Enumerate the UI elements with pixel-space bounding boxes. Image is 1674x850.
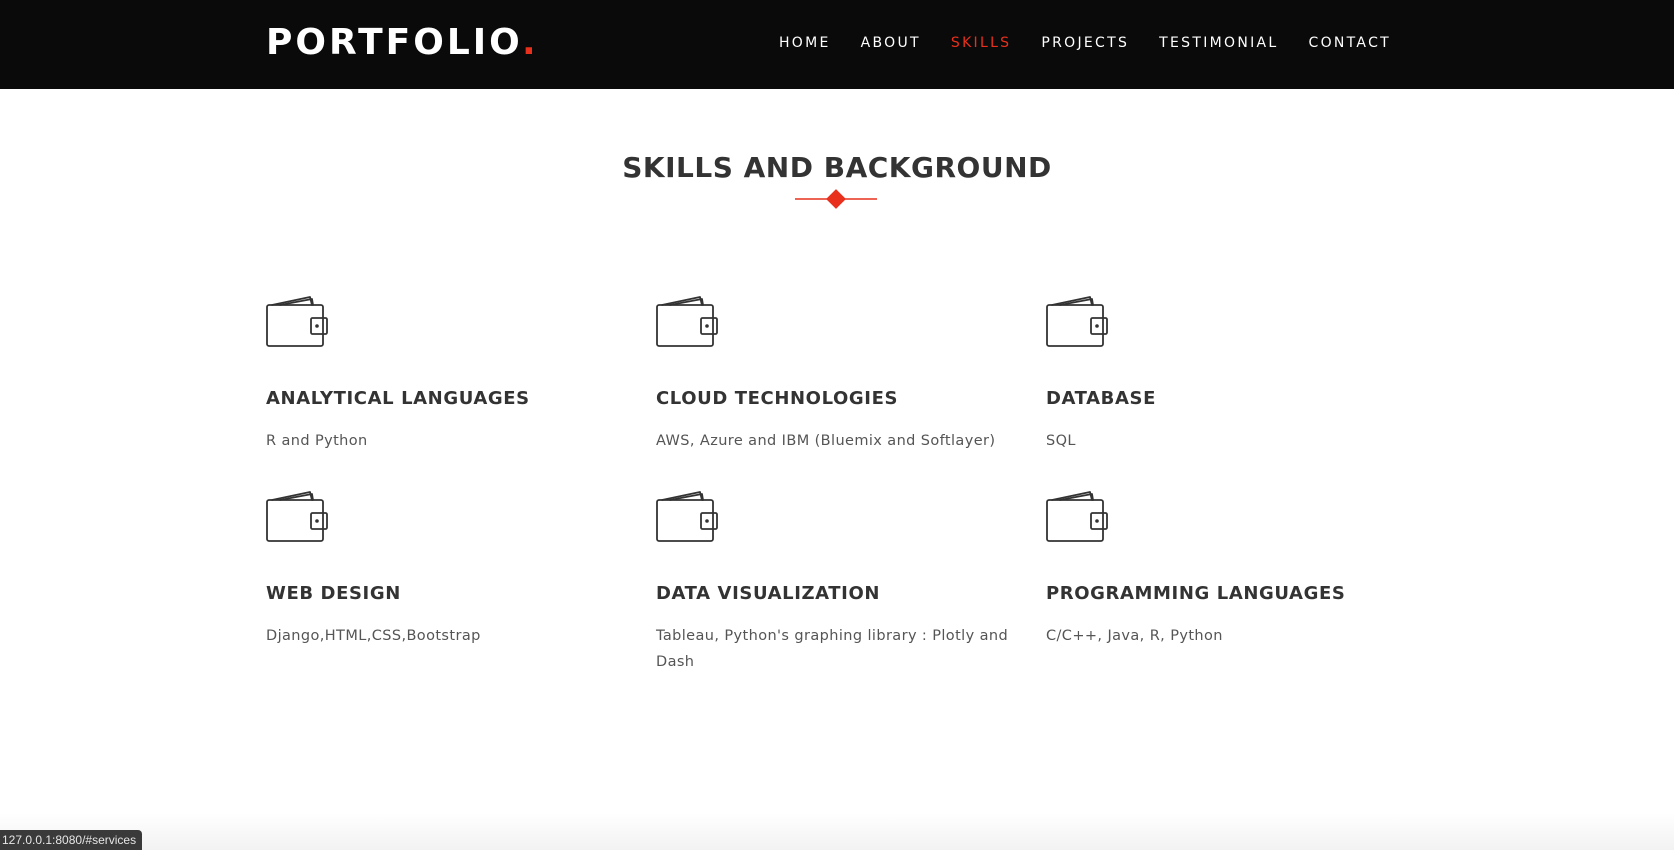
skill-title: DATABASE bbox=[1046, 388, 1156, 409]
title-divider-icon bbox=[795, 189, 877, 209]
skill-description: AWS, Azure and IBM (Bluemix and Softlaye… bbox=[656, 433, 996, 449]
logo-text: PORTFOLIO bbox=[266, 22, 522, 63]
nav-home[interactable]: HOME bbox=[779, 34, 831, 52]
browser-status-url: 127.0.0.1:8080/#services bbox=[0, 830, 143, 850]
skill-title: PROGRAMMING LANGUAGES bbox=[1046, 583, 1346, 604]
skill-description: Django,HTML,CSS,Bootstrap bbox=[266, 628, 481, 644]
nav-projects[interactable]: PROJECTS bbox=[1041, 34, 1129, 52]
wallet-icon bbox=[266, 491, 328, 542]
wallet-icon bbox=[1046, 491, 1108, 542]
nav-about[interactable]: ABOUT bbox=[861, 34, 921, 52]
nav-testimonial[interactable]: TESTIMONIAL bbox=[1159, 34, 1278, 52]
skill-description: SQL bbox=[1046, 433, 1076, 449]
nav-skills[interactable]: SKILLS bbox=[951, 34, 1011, 52]
wallet-icon bbox=[656, 491, 718, 542]
site-logo[interactable]: PORTFOLIO. bbox=[266, 20, 539, 66]
main-nav: HOME ABOUT SKILLS PROJECTS TESTIMONIAL C… bbox=[779, 34, 1391, 52]
wallet-icon bbox=[656, 296, 718, 347]
skill-title: DATA VISUALIZATION bbox=[656, 583, 881, 604]
logo-dot: . bbox=[522, 22, 539, 63]
top-navbar: PORTFOLIO. HOME ABOUT SKILLS PROJECTS TE… bbox=[0, 0, 1674, 89]
section-title: SKILLS AND BACKGROUND bbox=[622, 151, 1052, 184]
footer-shadow bbox=[0, 812, 1674, 850]
skill-title: ANALYTICAL LANGUAGES bbox=[266, 388, 530, 409]
skill-description: Tableau, Python's graphing library : Plo… bbox=[656, 628, 1009, 670]
nav-contact[interactable]: CONTACT bbox=[1309, 34, 1392, 52]
skill-description: R and Python bbox=[266, 433, 368, 449]
skill-description: C/C++, Java, R, Python bbox=[1046, 628, 1223, 644]
wallet-icon bbox=[266, 296, 328, 347]
skill-title: CLOUD TECHNOLOGIES bbox=[656, 388, 899, 409]
wallet-icon bbox=[1046, 296, 1108, 347]
skill-title: WEB DESIGN bbox=[266, 583, 401, 604]
